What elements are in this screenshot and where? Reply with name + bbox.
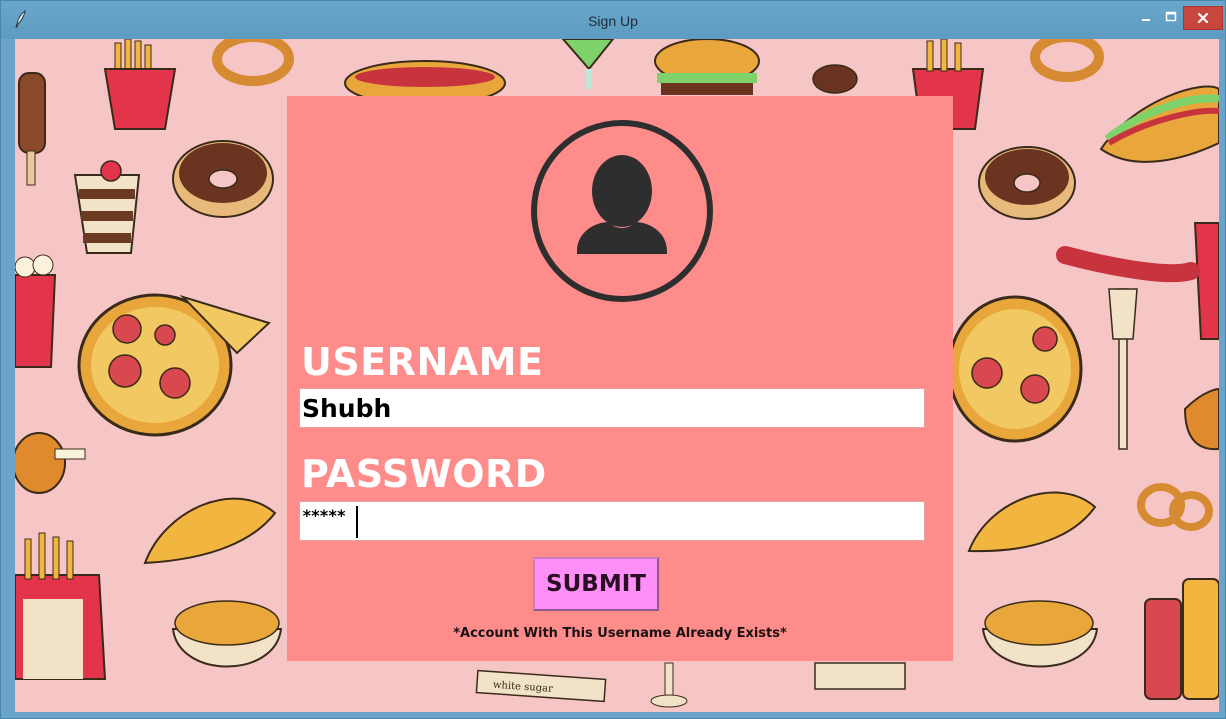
pizza-right-icon: [947, 295, 1083, 443]
user-avatar-icon: [531, 120, 713, 302]
close-icon: [1197, 12, 1209, 24]
submit-button[interactable]: SUBMIT: [533, 557, 659, 611]
password-label: PASSWORD: [301, 452, 547, 496]
window-title: Sign Up: [588, 13, 638, 29]
burger-icon: [654, 39, 760, 95]
bottom-box-icon: [814, 662, 906, 690]
maximize-button[interactable]: [1158, 6, 1184, 30]
maximize-icon: [1165, 11, 1177, 22]
username-input[interactable]: [299, 388, 925, 428]
popcorn-icon: [15, 254, 57, 368]
ice-cream-top-icon: [812, 64, 858, 94]
close-button[interactable]: [1183, 6, 1223, 30]
chips-bowl-right-icon: [981, 600, 1099, 668]
title-bar[interactable]: Sign Up: [1, 1, 1225, 39]
minimize-icon: [1142, 19, 1150, 21]
donut-right-icon: [978, 146, 1076, 220]
password-input[interactable]: *****: [299, 501, 925, 541]
app-window: Sign Up white sugar USERNAME Shubh PASSW…: [0, 0, 1226, 719]
text-caret: [356, 506, 358, 538]
status-message: *Account With This Username Already Exis…: [453, 626, 787, 641]
chips-bowl-icon: [171, 600, 283, 668]
username-label: USERNAME: [301, 340, 544, 384]
dessert-cup-icon: [73, 160, 141, 254]
donut-icon: [172, 140, 274, 218]
window-content: white sugar USERNAME PASSWORD *****: [15, 39, 1219, 712]
minimize-button[interactable]: [1133, 6, 1159, 30]
password-masked-value: *****: [302, 506, 346, 525]
signup-panel: USERNAME PASSWORD ***** SUBMIT *Account …: [287, 96, 953, 661]
